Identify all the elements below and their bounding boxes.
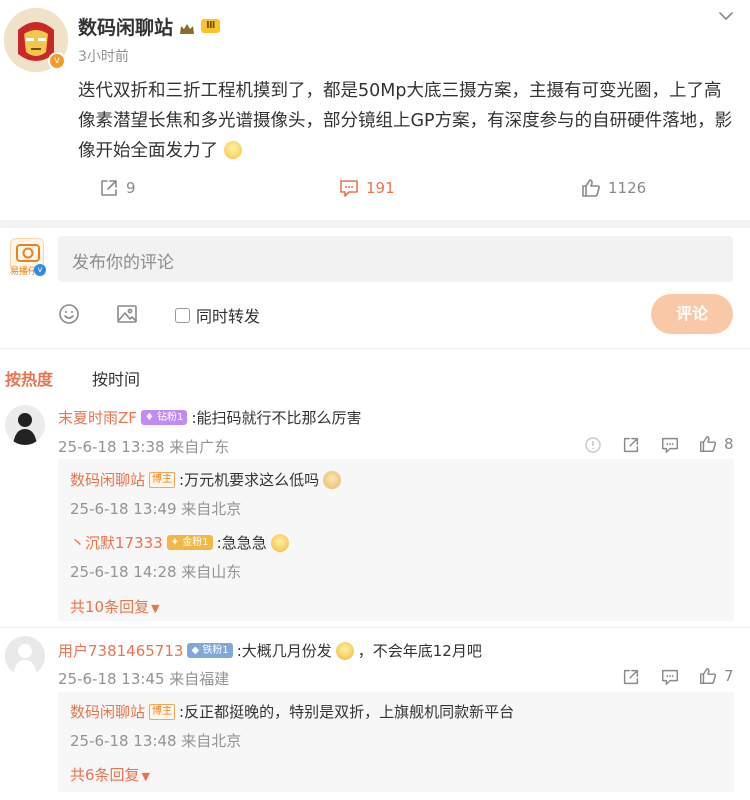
- comment-input-placeholder: 发布你的评论: [72, 253, 174, 273]
- more-replies-label: 共6条回复: [70, 766, 140, 784]
- comment-line: 末夏时雨ZF ♦ 钻粉1 :能扫码就行不比那么厉害: [58, 407, 362, 428]
- reply-author-name[interactable]: 丶沉默17333: [70, 532, 163, 553]
- comment-button[interactable]: 191: [338, 177, 395, 199]
- level-badge: Ⅲ: [201, 19, 221, 33]
- thumbs-up-icon: [582, 179, 600, 197]
- post-action-bar: 9 191 1126: [98, 176, 658, 200]
- submit-comment-label: 评论: [675, 304, 708, 323]
- reply-author-name[interactable]: 数码闲聊站: [70, 701, 145, 722]
- divider: [0, 627, 750, 628]
- verified-icon: v: [48, 52, 66, 70]
- author-name[interactable]: 数码闲聊站: [78, 13, 173, 40]
- person-silhouette-icon: [5, 405, 45, 445]
- comment-text: :能扫码就行不比那么厉害: [191, 409, 362, 427]
- reply-icon[interactable]: [660, 667, 680, 691]
- comment-input[interactable]: 发布你的评论: [58, 236, 733, 282]
- blogger-badge: 博主: [149, 703, 176, 720]
- reply-line: 数码闲聊站 博主 :反正都挺晚的，特别是双折，上旗舰机同款新平台: [70, 701, 514, 722]
- tab-sort-time[interactable]: 按时间: [92, 366, 140, 390]
- reply-text: :急急急: [216, 534, 267, 552]
- comment-icon: [340, 180, 358, 197]
- camera-logo-icon: [16, 244, 40, 262]
- more-replies-link[interactable]: 共6条回复 ▼: [70, 764, 150, 785]
- collapse-chevron-icon[interactable]: [716, 6, 736, 26]
- like-comment-button[interactable]: 7: [698, 666, 734, 686]
- post-time: 3小时前: [78, 49, 129, 65]
- my-avatar-label: 易播仔: [10, 267, 38, 277]
- like-button[interactable]: 1126: [580, 177, 646, 199]
- crying-emoji-icon: [335, 641, 354, 660]
- image-icon: [117, 305, 137, 323]
- reply-text: :反正都挺晚的，特别是双折，上旗舰机同款新平台: [179, 703, 515, 721]
- comment-actions: 8: [584, 434, 734, 456]
- share-icon: [101, 180, 117, 196]
- comment-text: :大概几月份发: [236, 642, 332, 660]
- comment-actions: 7: [621, 666, 735, 688]
- comment-meta: 25-6-18 13:38 来自广东: [58, 438, 230, 456]
- doge-emoji-icon: [323, 470, 342, 489]
- more-replies-link[interactable]: 共10条回复 ▼: [70, 596, 160, 617]
- reply-text: :万元机要求这么低吗: [179, 471, 320, 489]
- laughing-emoji-icon: [270, 533, 289, 552]
- repost-checkbox[interactable]: [175, 307, 190, 323]
- gold-fan-badge: ✦ 金粉1: [166, 535, 213, 550]
- like-comment-button[interactable]: 8: [698, 434, 734, 454]
- comment-text-tail: ，不会年底12月吧: [357, 642, 482, 660]
- fan-badge: ♦ 钻粉1: [140, 410, 188, 425]
- post-content: 迭代双折和三折工程机摸到了，都是50Mp大底三摄方案，主摄有可变光圈，上了高像素…: [78, 76, 738, 166]
- like-count: 1126: [608, 179, 647, 197]
- repost-button[interactable]: 9: [98, 177, 136, 199]
- reply-line: 丶沉默17333 ✦ 金粉1 :急急急: [70, 532, 289, 553]
- comment-meta: 25-6-18 13:45 来自福建: [58, 670, 230, 688]
- smiley-icon: [59, 304, 79, 324]
- repost-checkbox-wrap[interactable]: 同时转发: [175, 303, 260, 327]
- commenter-name[interactable]: 末夏时雨ZF: [58, 407, 137, 428]
- comment-line: 用户7381465713 ◆ 铁粉1 :大概几月份发 ，不会年底12月吧: [58, 640, 482, 661]
- reply-icon[interactable]: [660, 435, 680, 459]
- blogger-badge: 博主: [149, 471, 176, 488]
- reply-author-name[interactable]: 数码闲聊站: [70, 469, 145, 490]
- crown-icon: [179, 20, 195, 34]
- commenter-avatar[interactable]: [5, 405, 45, 445]
- repost-checkbox-label: 同时转发: [196, 307, 261, 326]
- thumbs-up-icon: [700, 668, 717, 684]
- repost-count: 9: [126, 179, 136, 197]
- image-button[interactable]: [116, 303, 138, 325]
- divider: [0, 348, 750, 349]
- post-text: 迭代双折和三折工程机摸到了，都是50Mp大底三摄方案，主摄有可变光圈，上了高像素…: [78, 81, 733, 161]
- share-icon[interactable]: [621, 667, 641, 691]
- default-avatar-icon: [5, 636, 45, 676]
- reply-meta: 25-6-18 13:49 来自北京: [70, 500, 242, 518]
- author-line: 数码闲聊站 Ⅲ: [78, 12, 221, 40]
- commenter-name[interactable]: 用户7381465713: [58, 640, 183, 661]
- report-icon[interactable]: [584, 436, 602, 458]
- reply-line: 数码闲聊站 博主 :万元机要求这么低吗: [70, 469, 342, 490]
- emoji-button[interactable]: [58, 303, 80, 325]
- comment-count: 191: [366, 179, 395, 197]
- iron-fan-badge: ◆ 铁粉1: [187, 643, 233, 658]
- comment-like-count: 7: [724, 667, 734, 685]
- caret-down-icon: ▼: [151, 602, 160, 615]
- comment-like-count: 8: [724, 435, 734, 453]
- commenter-avatar[interactable]: [5, 636, 45, 676]
- divider: [0, 220, 750, 228]
- reply-meta: 25-6-18 13:48 来自北京: [70, 732, 242, 750]
- drooling-emoji-icon: [223, 141, 242, 159]
- submit-comment-button[interactable]: 评论: [651, 294, 733, 334]
- caret-down-icon: ▼: [141, 770, 151, 783]
- tab-sort-hot[interactable]: 按热度: [5, 366, 53, 390]
- share-icon[interactable]: [621, 435, 641, 459]
- thumbs-up-icon: [700, 436, 717, 452]
- my-verified-icon: v: [34, 264, 46, 276]
- reply-meta: 25-6-18 14:28 来自山东: [70, 563, 242, 581]
- more-replies-label: 共10条回复: [70, 598, 150, 616]
